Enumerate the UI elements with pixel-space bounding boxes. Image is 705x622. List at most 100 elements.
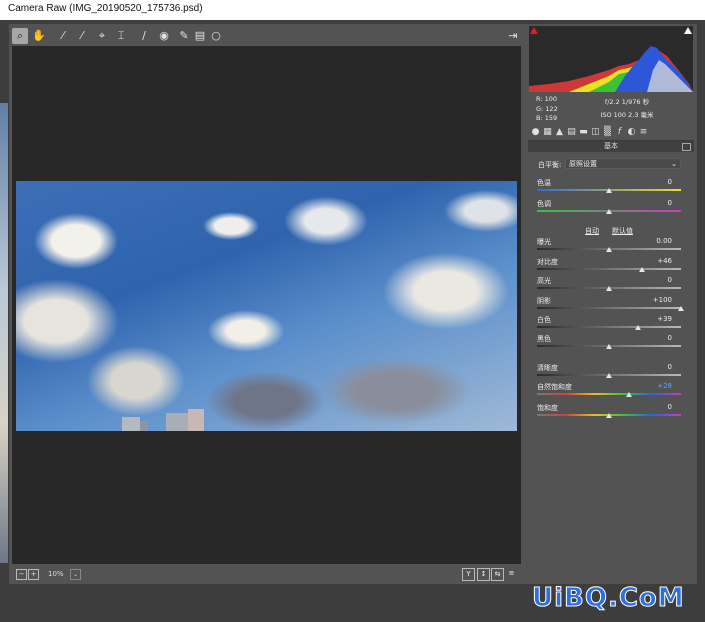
exposure-info: f/2.2 1/976 秒 [604,98,650,106]
iso-info: ISO 100 2.3 毫米 [600,111,654,119]
section-title: 基本 [604,142,618,150]
slider-3-value[interactable]: +46 [622,257,672,265]
copy-settings-button[interactable]: ⇆ [491,568,504,581]
preview-preferences-button[interactable]: ≡ [506,568,517,579]
hand-tool-icon[interactable]: ✋ [31,28,47,44]
tab-presets[interactable]: ≡ [638,127,649,138]
red-eye-tool-icon[interactable]: ◉ [156,28,172,44]
slider-1-thumb[interactable] [606,209,612,214]
slider-10-thumb[interactable] [606,413,612,418]
slider-4-label: 高光 [537,277,551,285]
spot-removal-tool-icon[interactable]: ∕ [136,28,152,44]
slider-6-value[interactable]: +39 [622,315,672,323]
tab-tone-curve[interactable]: ▦ [542,127,553,138]
slider-0-thumb[interactable] [606,188,612,193]
background-strip [0,103,8,563]
auto-link[interactable]: 自动 [585,226,599,236]
targeted-adjustment-tool-icon[interactable]: ⌖ [94,28,110,44]
histogram [529,26,693,92]
chevron-down-icon: ⌄ [671,160,677,168]
building-4 [188,409,204,431]
slider-9-value[interactable]: +28 [622,382,672,390]
slider-7-label: 黑色 [537,335,551,343]
slider-3-thumb[interactable] [639,267,646,272]
slider-8-thumb[interactable] [606,373,612,378]
before-after-y-button[interactable]: Y [462,568,475,581]
slider-5-thumb[interactable] [678,306,684,311]
slider-6-label: 白色 [537,316,551,324]
slider-10-label: 饱和度 [537,404,558,412]
section-header: 基本 [528,141,694,152]
preview-image[interactable] [16,181,517,431]
swap-settings-button[interactable]: ↕ [477,568,490,581]
watermark-logo: UiBQ.CoM [532,583,685,614]
slider-10-value[interactable]: 0 [622,403,672,411]
rgb-values: R: 100 G: 122 B: 159 [536,95,558,124]
slider-2-label: 曝光 [537,238,551,246]
slider-3-label: 对比度 [537,258,558,266]
slider-7-value[interactable]: 0 [622,334,672,342]
status-bar: − + 10% ⌄ Y ↕ ⇆ ≡ [12,567,524,581]
tab-effects[interactable]: f [614,127,625,138]
histogram-graph [529,46,693,92]
tab-hsl[interactable]: ▤ [566,127,577,138]
white-balance-tool-icon[interactable]: ⁄ [55,28,71,44]
tab-camera-calibration[interactable]: ◐ [626,127,637,138]
tab-lens-corrections[interactable]: ◫ [590,127,601,138]
white-balance-value: 原照设置 [569,160,597,168]
slider-5-label: 阴影 [537,297,551,305]
slider-5-track[interactable] [537,307,681,309]
adjustment-brush-tool-icon[interactable]: ✎ [176,28,192,44]
slider-4-value[interactable]: 0 [622,276,672,284]
slider-0-label: 色温 [537,179,551,187]
building-1 [122,417,140,431]
toolbar: ⌕ ✋ ⁄ ⁄ ⌖ ⌶ ∕ ◉ ✎ ▤ ○ [12,28,524,45]
panel-menu-icon[interactable] [682,143,691,151]
zoom-in-button[interactable]: + [28,569,39,580]
shadow-clipping-warning[interactable] [530,27,538,34]
panel-tabs: ● ▦ ▲ ▤ ▬ ◫ ▒ f ◐ ≡ [528,126,694,141]
graduated-filter-tool-icon[interactable]: ▤ [192,28,208,44]
default-link[interactable]: 默认值 [612,226,633,236]
open-preferences-icon[interactable]: ⇥ [505,28,521,44]
slider-8-value[interactable]: 0 [622,363,672,371]
tab-basic[interactable]: ● [530,127,541,138]
tab-detail[interactable]: ▲ [554,127,565,138]
slider-2-thumb[interactable] [606,247,612,252]
tab-transform[interactable]: ▒ [602,127,613,138]
slider-3-track[interactable] [537,268,681,270]
tab-split-toning[interactable]: ▬ [578,127,589,138]
window-title: Camera Raw (IMG_20190520_175736.psd) [8,3,203,14]
slider-8-label: 清晰度 [537,364,558,372]
slider-0-value[interactable]: 0 [622,178,672,186]
window-titlebar: Camera Raw (IMG_20190520_175736.psd) [0,0,705,21]
blue-value: B: 159 [536,114,558,122]
slider-6-thumb[interactable] [634,325,641,330]
zoom-level: 10% [48,570,64,578]
radial-filter-tool-icon[interactable]: ○ [208,28,224,44]
zoom-dropdown[interactable]: ⌄ [70,569,81,580]
slider-1-label: 色调 [537,200,551,208]
zoom-tool-icon[interactable]: ⌕ [12,28,28,44]
slider-2-value[interactable]: 0.00 [622,237,672,245]
building-3 [166,413,188,431]
color-sampler-tool-icon[interactable]: ⁄ [74,28,90,44]
zoom-out-button[interactable]: − [16,569,27,580]
slider-7-thumb[interactable] [606,344,612,349]
camera-info: f/2.2 1/976 秒 ISO 100 2.3 毫米 [592,96,662,122]
red-value: R: 100 [536,95,557,103]
white-balance-select[interactable]: 原照设置 ⌄ [565,158,681,169]
slider-5-value[interactable]: +100 [622,296,672,304]
slider-9-thumb[interactable] [626,392,633,397]
crop-tool-icon[interactable]: ⌶ [113,28,129,44]
slider-9-track[interactable] [537,393,681,395]
white-balance-label: 白平衡: [538,161,562,169]
slider-4-thumb[interactable] [606,286,612,291]
slider-9-label: 自然饱和度 [537,383,572,391]
slider-1-value[interactable]: 0 [622,199,672,207]
building-2 [140,421,148,431]
highlight-clipping-warning[interactable] [684,27,692,34]
pixel-readout: R: 100 G: 122 B: 159 f/2.2 1/976 秒 ISO 1… [528,93,694,125]
green-value: G: 122 [536,104,558,113]
slider-6-track[interactable] [537,326,681,328]
